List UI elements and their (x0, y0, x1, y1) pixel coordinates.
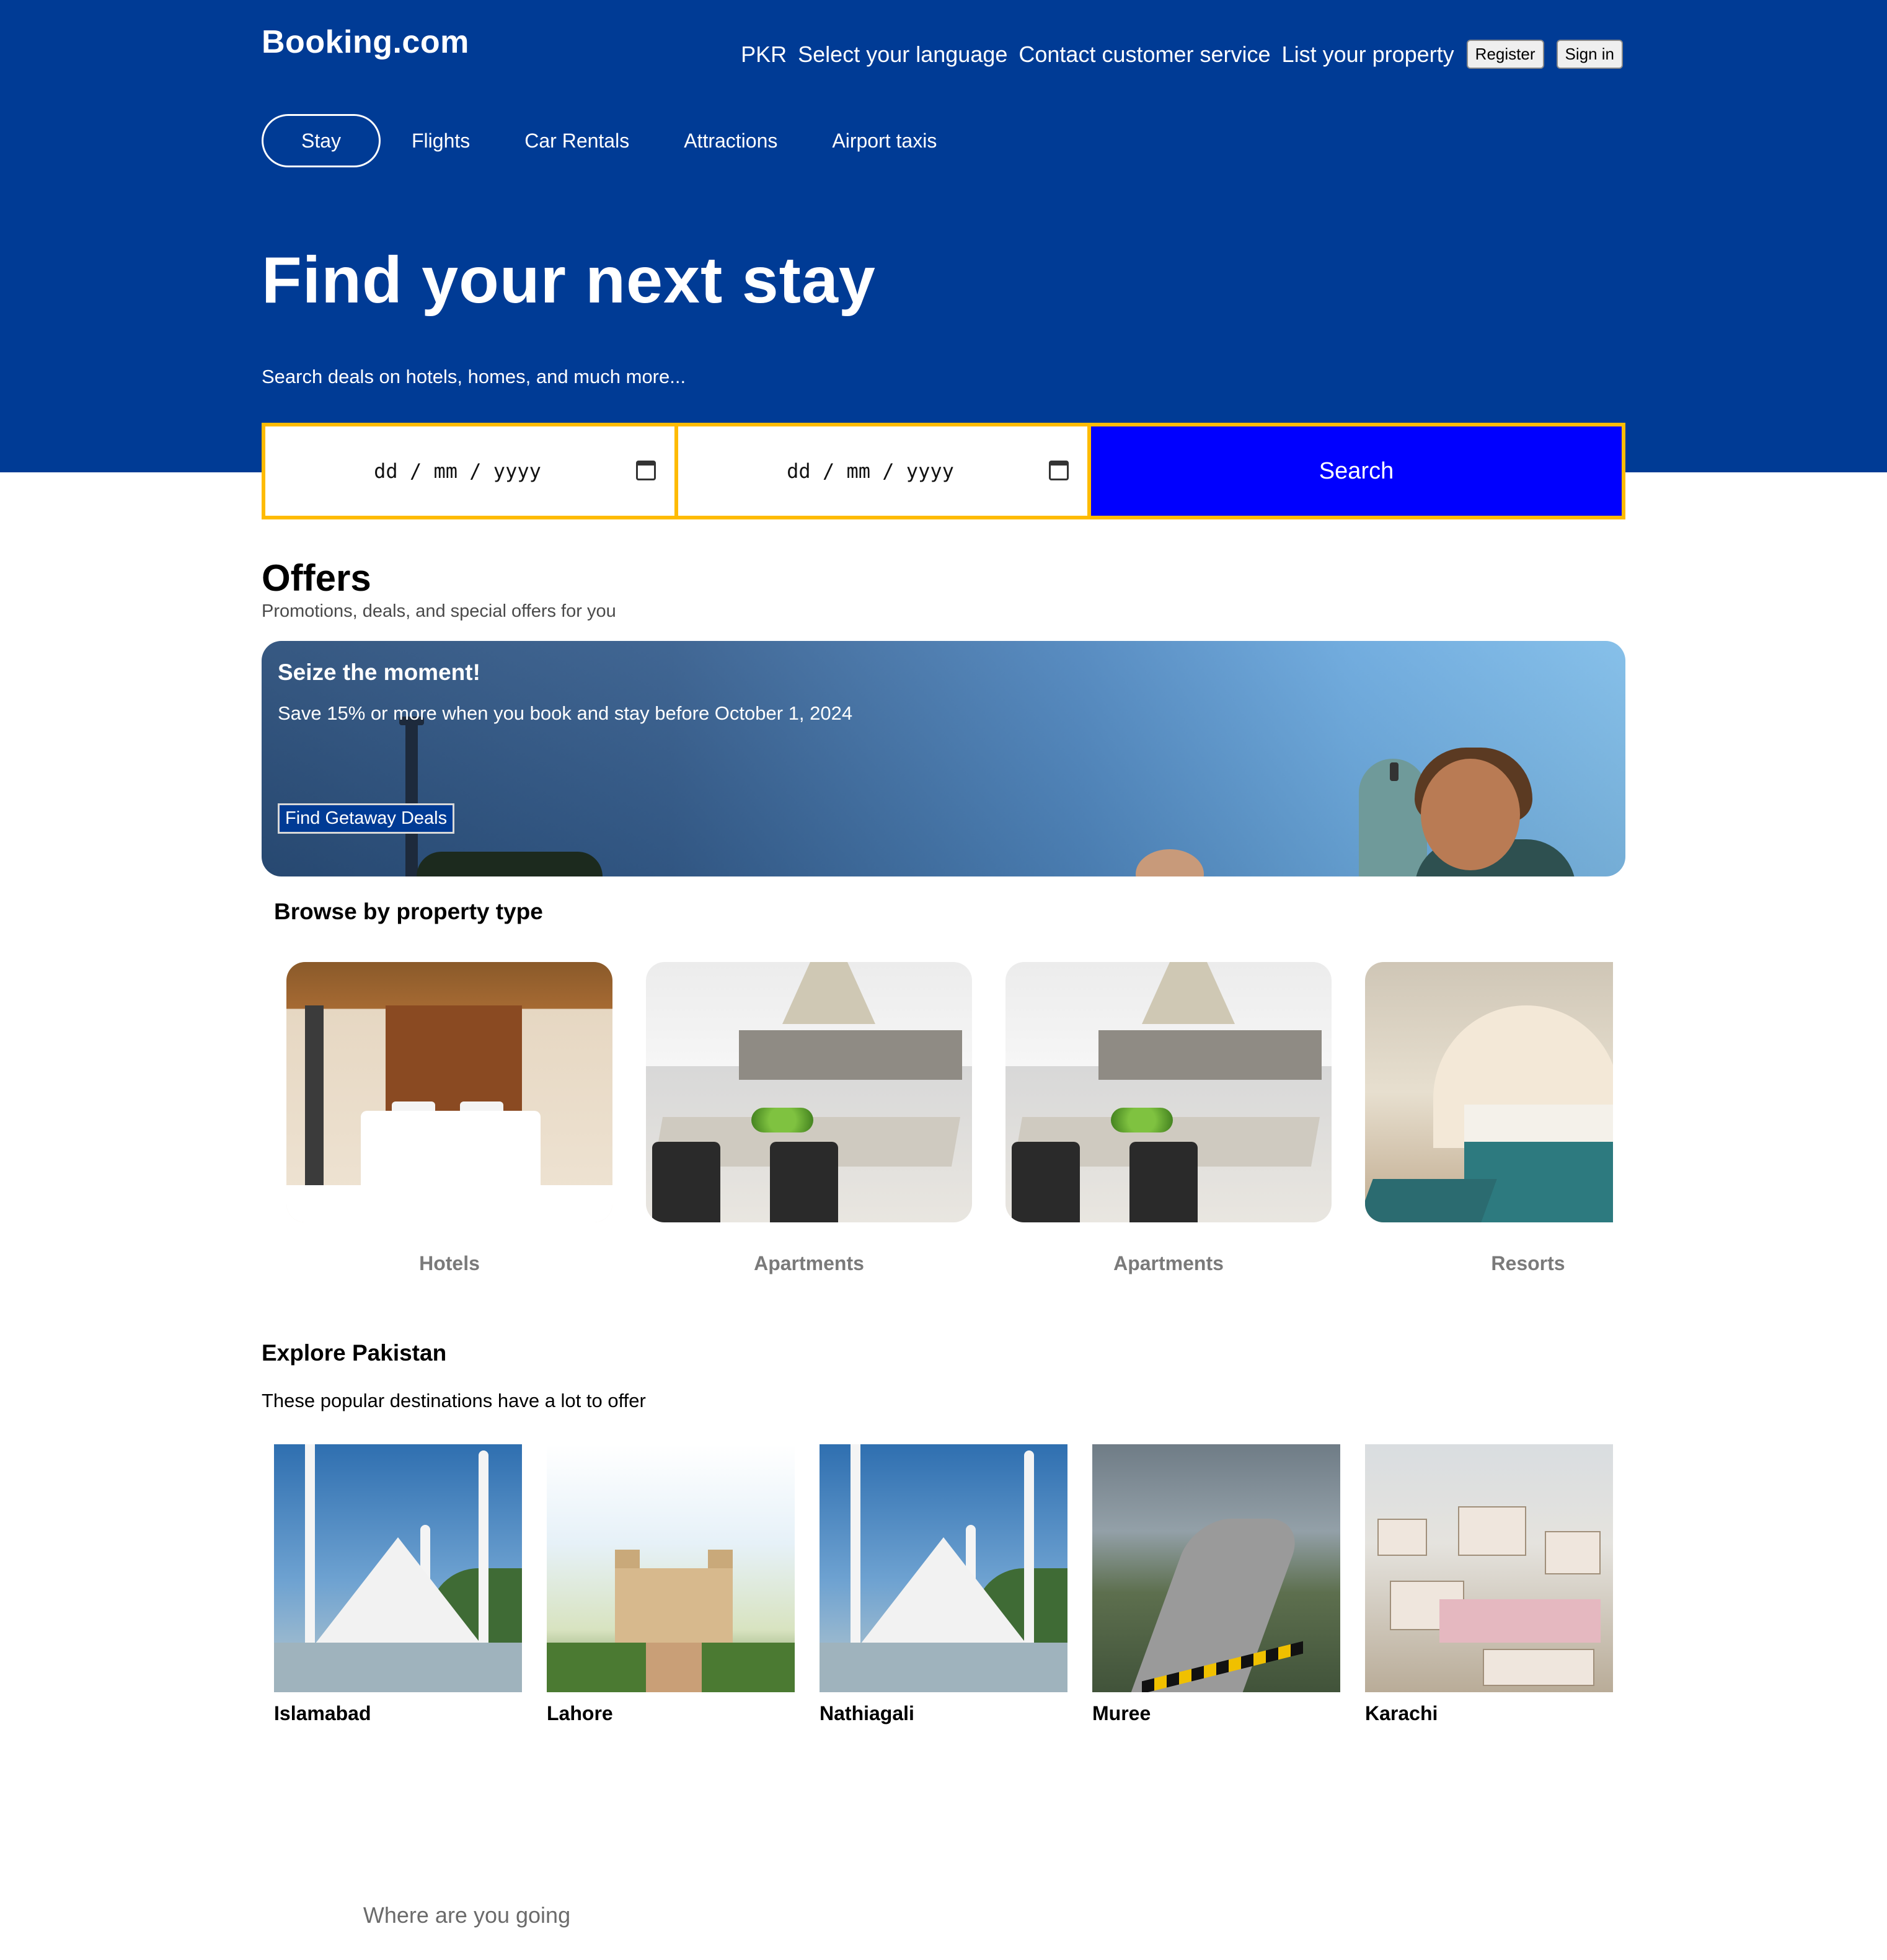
checkout-date-input[interactable]: dd / mm / yyyy (678, 426, 1087, 516)
currency-selector[interactable]: PKR (741, 42, 787, 68)
hotel-bed (361, 1111, 541, 1198)
muree-image (1092, 1444, 1340, 1692)
resorts-image (1365, 962, 1613, 1222)
kitchen-cabinet (1098, 1030, 1322, 1080)
banner-heading: Seize the moment! (278, 660, 480, 685)
pink-building (1439, 1599, 1601, 1643)
banner-person-face (1421, 759, 1520, 870)
destination-name: Lahore (547, 1702, 613, 1724)
property-type-label: Hotels (419, 1252, 480, 1274)
apartments-image (1005, 962, 1332, 1222)
dining-chair (1012, 1142, 1080, 1222)
kitchen-hood (782, 962, 875, 1024)
hotel-curtain (305, 1005, 324, 1210)
karachi-image (1365, 1444, 1613, 1692)
property-type-card-apartments-2[interactable]: Apartments (1005, 962, 1332, 1275)
minaret (851, 1444, 860, 1649)
destination-input[interactable]: Where are you going (265, 1871, 668, 1960)
product-tabs: Stay Flights Car Rentals Attractions Air… (262, 114, 937, 167)
banner-surfboard-fin (1390, 762, 1399, 781)
search-bar: Where are you going dd / mm / yyyy dd / … (262, 423, 1625, 1960)
search-button[interactable]: Search (1091, 426, 1622, 516)
apples-bowl (751, 1108, 813, 1132)
destination-card-karachi[interactable]: Karachi (1365, 1444, 1613, 1725)
islamabad-image (274, 1444, 522, 1692)
minaret (305, 1444, 315, 1649)
apples-bowl (1111, 1108, 1173, 1132)
destination-card-islamabad[interactable]: Islamabad (274, 1444, 522, 1725)
kitchen-hood (1142, 962, 1235, 1024)
hero-title: Find your next stay (262, 244, 876, 317)
banner-tower (405, 722, 418, 876)
resort-rug (1365, 1179, 1497, 1222)
kitchen-cabinet (739, 1030, 962, 1080)
house (1377, 1519, 1427, 1556)
resort-bed-sheet (1464, 1105, 1613, 1142)
tab-car-rentals[interactable]: Car Rentals (524, 114, 629, 167)
offers-title: Offers (262, 557, 371, 599)
property-type-card-apartments[interactable]: Apartments (646, 962, 972, 1275)
browse-property-type-title: Browse by property type (274, 899, 543, 924)
hero-subtitle: Search deals on hotels, homes, and much … (262, 366, 686, 387)
dining-chair (1129, 1142, 1198, 1222)
calendar-icon[interactable] (636, 461, 656, 480)
top-navigation: PKR Select your language Contact custome… (741, 40, 1623, 69)
destination-card-lahore[interactable]: Lahore (547, 1444, 795, 1725)
destination-name: Karachi (1365, 1702, 1438, 1724)
tab-attractions[interactable]: Attractions (684, 114, 777, 167)
apartments-image (646, 962, 972, 1222)
minaret (1024, 1450, 1034, 1649)
destination-card-muree[interactable]: Muree (1092, 1444, 1340, 1725)
offers-subtitle: Promotions, deals, and special offers fo… (262, 601, 616, 621)
property-type-label: Apartments (1113, 1252, 1224, 1274)
checkin-date-input[interactable]: dd / mm / yyyy (265, 426, 674, 516)
booking-logo[interactable]: Booking.com (262, 24, 469, 61)
property-type-card-resorts[interactable]: Resorts (1365, 962, 1691, 1275)
property-type-label: Apartments (754, 1252, 864, 1274)
banner-text: Save 15% or more when you book and stay … (278, 702, 853, 724)
destination-name: Nathiagali (820, 1702, 914, 1724)
house (1483, 1649, 1594, 1686)
property-type-label: Resorts (1491, 1252, 1565, 1274)
banner-trees (417, 852, 603, 876)
mosque-base (820, 1643, 1067, 1692)
calendar-icon[interactable] (1049, 461, 1069, 480)
contact-customer-service-link[interactable]: Contact customer service (1019, 42, 1270, 68)
path (646, 1643, 702, 1692)
destination-name: Muree (1092, 1702, 1151, 1724)
explore-subtitle: These popular destinations have a lot to… (262, 1390, 646, 1411)
nathiagali-image (820, 1444, 1067, 1692)
dining-chair (652, 1142, 720, 1222)
house (1458, 1506, 1526, 1556)
lahore-image (547, 1444, 795, 1692)
dining-chair (770, 1142, 838, 1222)
tab-airport-taxis[interactable]: Airport taxis (832, 114, 937, 167)
explore-title: Explore Pakistan (262, 1340, 447, 1366)
destination-name: Islamabad (274, 1702, 371, 1724)
tab-stay[interactable]: Stay (262, 114, 381, 167)
find-getaway-deals-button[interactable]: Find Getaway Deals (278, 803, 455, 834)
hotel-floor (286, 1185, 612, 1222)
checkin-date-placeholder: dd / mm / yyyy (374, 459, 541, 483)
checkout-date-placeholder: dd / mm / yyyy (787, 459, 954, 483)
destination-card-nathiagali[interactable]: Nathiagali (820, 1444, 1067, 1725)
register-button[interactable]: Register (1466, 40, 1544, 69)
hero-background (0, 0, 1887, 472)
minaret (479, 1450, 488, 1649)
fort (615, 1568, 733, 1643)
mosque-base (274, 1643, 522, 1692)
language-selector[interactable]: Select your language (798, 42, 1007, 68)
list-property-link[interactable]: List your property (1282, 42, 1454, 68)
tab-flights[interactable]: Flights (412, 114, 470, 167)
sign-in-button[interactable]: Sign in (1556, 40, 1623, 69)
property-type-card-hotels[interactable]: Hotels (286, 962, 612, 1275)
hotels-image (286, 962, 612, 1222)
house (1545, 1531, 1601, 1574)
offer-banner: Seize the moment! Save 15% or more when … (262, 641, 1625, 876)
